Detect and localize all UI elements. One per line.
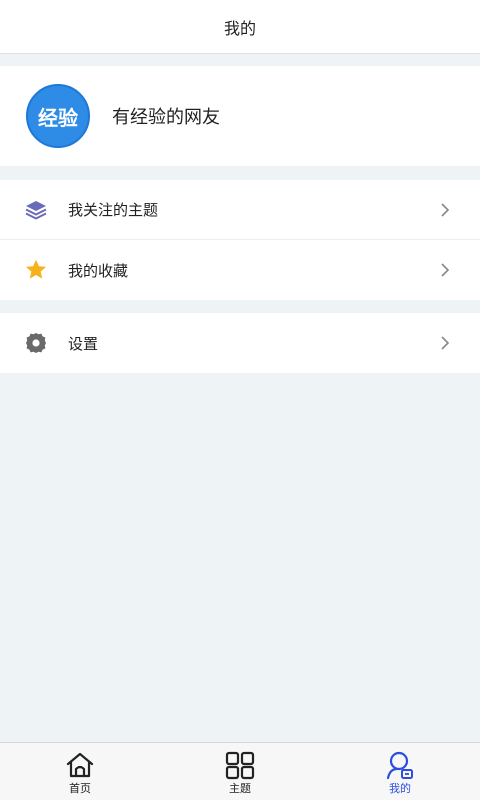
gear-icon <box>24 331 48 355</box>
menu-item-settings[interactable]: 设置 <box>0 313 480 373</box>
avatar-text: 经验 <box>38 105 78 130</box>
page-title: 我的 <box>223 18 256 38</box>
tab-label: 主题 <box>229 781 251 795</box>
menu-item-label: 我的收藏 <box>68 261 129 280</box>
chevron-right-icon <box>441 263 450 277</box>
home-icon <box>66 752 94 777</box>
profile-card[interactable]: 经验 有经验的网友 <box>0 66 480 166</box>
menu-group-2: 设置 <box>0 313 480 373</box>
chevron-right-icon <box>441 336 450 350</box>
chevron-right-icon <box>441 203 450 217</box>
grid-icon <box>225 751 255 779</box>
app: 我的 经验 有经验的网友 我关注的主题 我的收藏 设置 首页 主题 我的 <box>0 0 480 800</box>
menu-item-label: 我关注的主题 <box>68 201 159 219</box>
avatar: 经验 <box>26 84 90 148</box>
top-bar: 我的 <box>0 0 480 54</box>
bottom-tab-bar: 首页 主题 我的 <box>0 742 480 800</box>
username: 有经验的网友 <box>112 107 220 128</box>
tab-topics[interactable]: 主题 <box>160 743 320 800</box>
menu-group-1: 我关注的主题 我的收藏 <box>0 180 480 300</box>
menu-item-followed-topics[interactable]: 我关注的主题 <box>0 180 480 240</box>
tab-label: 我的 <box>389 781 411 795</box>
tab-label: 首页 <box>69 781 91 795</box>
layers-icon <box>24 198 48 222</box>
menu-item-label: 设置 <box>68 334 99 353</box>
menu-item-favorites[interactable]: 我的收藏 <box>0 240 480 300</box>
user-icon <box>386 751 413 779</box>
tab-home[interactable]: 首页 <box>0 743 160 800</box>
star-icon <box>24 258 48 282</box>
tab-mine[interactable]: 我的 <box>320 743 480 800</box>
